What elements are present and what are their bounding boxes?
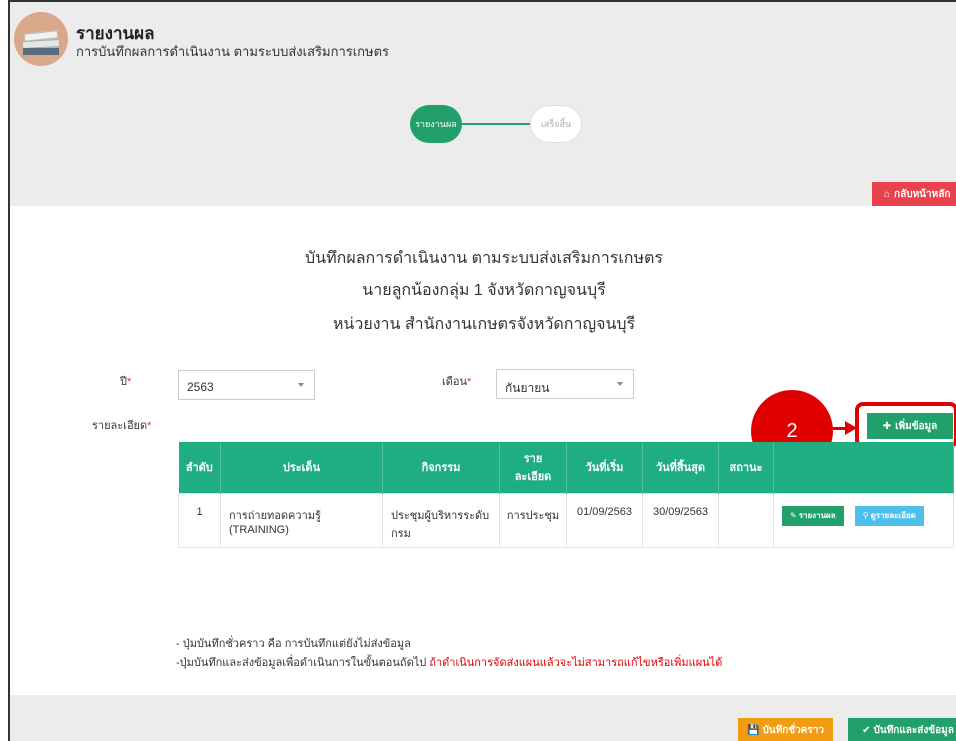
col-issue: ประเด็น	[220, 442, 383, 493]
col-actions	[773, 442, 954, 493]
chevron-down-icon	[617, 382, 623, 386]
heading-line-3: หน่วยงาน สำนักงานเกษตรจังหวัดกาญจนบุรี	[332, 316, 636, 333]
col-end: วันที่สิ้นสุด	[642, 442, 719, 493]
heading-line-1: บันทึกผลการดำเนินงาน ตามระบบส่งเสริมการเ…	[305, 250, 663, 267]
required-mark: *	[126, 376, 132, 388]
step-finished[interactable]: เสร็จสิ้น	[530, 105, 582, 143]
col-no: ลำดับ	[178, 442, 221, 493]
table-header-row: ลำดับ ประเด็น กิจกรรม ราย ละเอียด วันที่…	[178, 442, 954, 493]
month-select-value: กันยายน	[505, 381, 550, 395]
save-draft-label: บันทึกชั่วคราว	[762, 725, 824, 736]
callout-arrow-line	[816, 427, 846, 430]
chevron-down-icon	[298, 383, 304, 387]
save-send-label: บันทึกและส่งข้อมูล	[873, 725, 954, 736]
cell-actions: ✎ รายงานผล ⚲ ดูรายละเอียด	[773, 492, 954, 548]
header-band: รายงานผล การบันทึกผลการดำเนินงาน ตามระบบ…	[10, 2, 956, 206]
year-select-value: 2563	[187, 380, 214, 394]
report-table: ลำดับ ประเด็น กิจกรรม ราย ละเอียด วันที่…	[178, 442, 954, 548]
cell-issue-line2: (TRAINING)	[229, 523, 289, 536]
cell-activity: ประชุมผู้บริหารระดับ กรม	[382, 492, 500, 548]
table-row: 1 การถ่ายทอดความรู้ (TRAINING) ประชุมผู้…	[178, 492, 954, 548]
cell-end: 30/09/2563	[642, 492, 719, 548]
cell-issue: การถ่ายทอดความรู้ (TRAINING)	[220, 492, 383, 548]
note-line-2: -ปุ่มบันทึกและส่งข้อมูลเพื่อดำเนินการในข…	[176, 653, 722, 671]
note-warning: ถ้าดำเนินการจัดส่งแผนแล้วจะไม่สามารถแก้ไ…	[429, 657, 723, 669]
year-label: ปี*	[120, 372, 131, 390]
required-mark: *	[147, 420, 152, 432]
cell-detail: การประชุม	[499, 492, 567, 548]
cell-activity-line2: กรม	[391, 527, 411, 540]
step-report[interactable]: รายงานผล	[410, 105, 462, 143]
save-send-button[interactable]: ✔ บันทึกและส่งข้อมูล	[848, 718, 956, 741]
check-icon: ✔	[862, 725, 871, 736]
year-select[interactable]: 2563	[178, 370, 315, 400]
col-status: สถานะ	[718, 442, 774, 493]
cell-issue-line1: การถ่ายทอดความรู้	[229, 509, 321, 522]
cell-status	[718, 492, 774, 548]
col-start: วันที่เริ่ม	[566, 442, 643, 493]
avatar	[14, 12, 68, 66]
search-icon: ⚲	[862, 511, 869, 520]
month-label: เดือน*	[442, 372, 471, 390]
note-line-2-text: -ปุ่มบันทึกและส่งข้อมูลเพื่อดำเนินการในข…	[176, 657, 427, 669]
save-icon: 💾	[747, 725, 760, 736]
home-button[interactable]: ⌂ กลับหน้าหลัก	[872, 182, 956, 206]
save-draft-button[interactable]: 💾 บันทึกชั่วคราว	[738, 718, 833, 741]
col-activity: กิจกรรม	[382, 442, 500, 493]
detail-label-text: รายละเอียด	[92, 420, 148, 432]
col-detail: ราย ละเอียด	[499, 442, 567, 493]
view-detail-button[interactable]: ⚲ ดูรายละเอียด	[854, 505, 924, 526]
report-button-label: รายงานผล	[798, 511, 836, 520]
cell-activity-line1: ประชุมผู้บริหารระดับ	[391, 509, 490, 522]
home-button-label: กลับหน้าหลัก	[894, 188, 951, 200]
step-connector	[462, 123, 530, 125]
page-subtitle: การบันทึกผลการดำเนินงาน ตามระบบส่งเสริมก…	[76, 44, 390, 59]
heading-line-2: นายลูกน้องกลุ่ม 1 จังหวัดกาญจนบุรี	[362, 282, 606, 299]
page-frame: รายงานผล การบันทึกผลการดำเนินงาน ตามระบบ…	[8, 0, 956, 741]
report-button[interactable]: ✎ รายงานผล	[782, 505, 844, 526]
pencil-icon: ✎	[790, 511, 797, 520]
note-line-1: - ปุ่มบันทึกชั่วคราว คือ การบันทึกแต่ยัง…	[176, 638, 411, 650]
detail-label: รายละเอียด*	[92, 416, 151, 434]
home-icon: ⌂	[884, 188, 891, 200]
year-label-text: ปี	[120, 376, 127, 388]
view-detail-button-label: ดูรายละเอียด	[870, 511, 916, 520]
required-mark: *	[467, 376, 472, 388]
cell-start: 01/09/2563	[566, 492, 643, 548]
month-label-text: เดือน	[442, 376, 468, 388]
month-select[interactable]: กันยายน	[496, 369, 634, 399]
cell-no: 1	[178, 492, 221, 548]
